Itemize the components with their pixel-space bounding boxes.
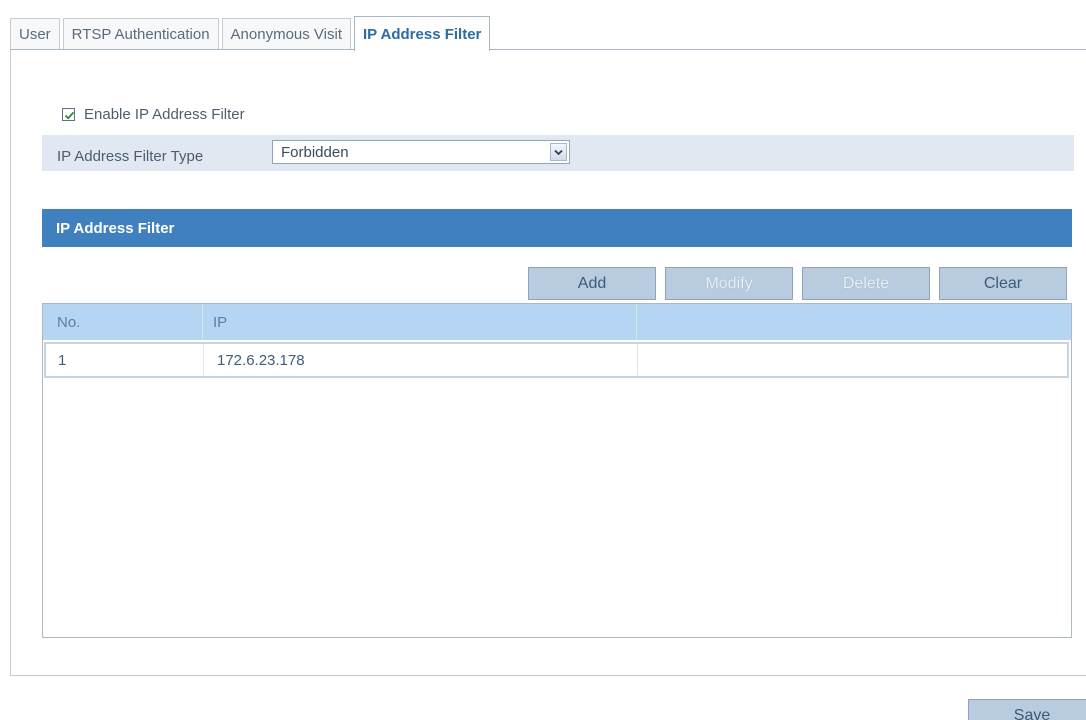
table-header: No. IP <box>43 304 1071 340</box>
tab-rtsp-authentication[interactable]: RTSP Authentication <box>62 18 219 50</box>
tab-user[interactable]: User <box>10 18 60 50</box>
enable-ip-filter-row: Enable IP Address Filter <box>62 103 245 125</box>
modify-button[interactable]: Modify <box>665 267 793 300</box>
clear-button[interactable]: Clear <box>939 267 1067 300</box>
cell-no: 1 <box>46 344 204 376</box>
delete-button[interactable]: Delete <box>802 267 930 300</box>
table-row[interactable]: 1 172.6.23.178 <box>44 342 1069 378</box>
enable-ip-filter-label: Enable IP Address Filter <box>84 105 245 123</box>
chevron-down-icon[interactable] <box>550 143 567 161</box>
ip-filter-table: No. IP 1 172.6.23.178 <box>42 303 1072 638</box>
filter-type-label: IP Address Filter Type <box>57 147 204 165</box>
filter-type-selected-value: Forbidden <box>281 143 349 161</box>
add-button[interactable]: Add <box>528 267 656 300</box>
column-header-no: No. <box>43 304 203 340</box>
checkmark-icon <box>64 111 75 120</box>
tab-bar: User RTSP Authentication Anonymous Visit… <box>10 15 493 51</box>
filter-type-row: IP Address Filter Type Forbidden <box>42 135 1074 171</box>
filter-type-select[interactable]: Forbidden <box>272 140 570 164</box>
section-title: IP Address Filter <box>56 219 175 237</box>
column-header-empty <box>637 304 1071 340</box>
enable-ip-filter-checkbox[interactable] <box>62 107 75 121</box>
section-header: IP Address Filter <box>42 209 1072 247</box>
cell-empty <box>638 344 1067 376</box>
ip-address-filter-page: User RTSP Authentication Anonymous Visit… <box>0 0 1086 720</box>
column-header-ip: IP <box>203 304 637 340</box>
cell-ip: 172.6.23.178 <box>204 344 638 376</box>
save-button[interactable]: Save <box>968 699 1086 720</box>
tab-anonymous-visit[interactable]: Anonymous Visit <box>221 18 351 50</box>
tab-ip-address-filter[interactable]: IP Address Filter <box>354 16 491 51</box>
